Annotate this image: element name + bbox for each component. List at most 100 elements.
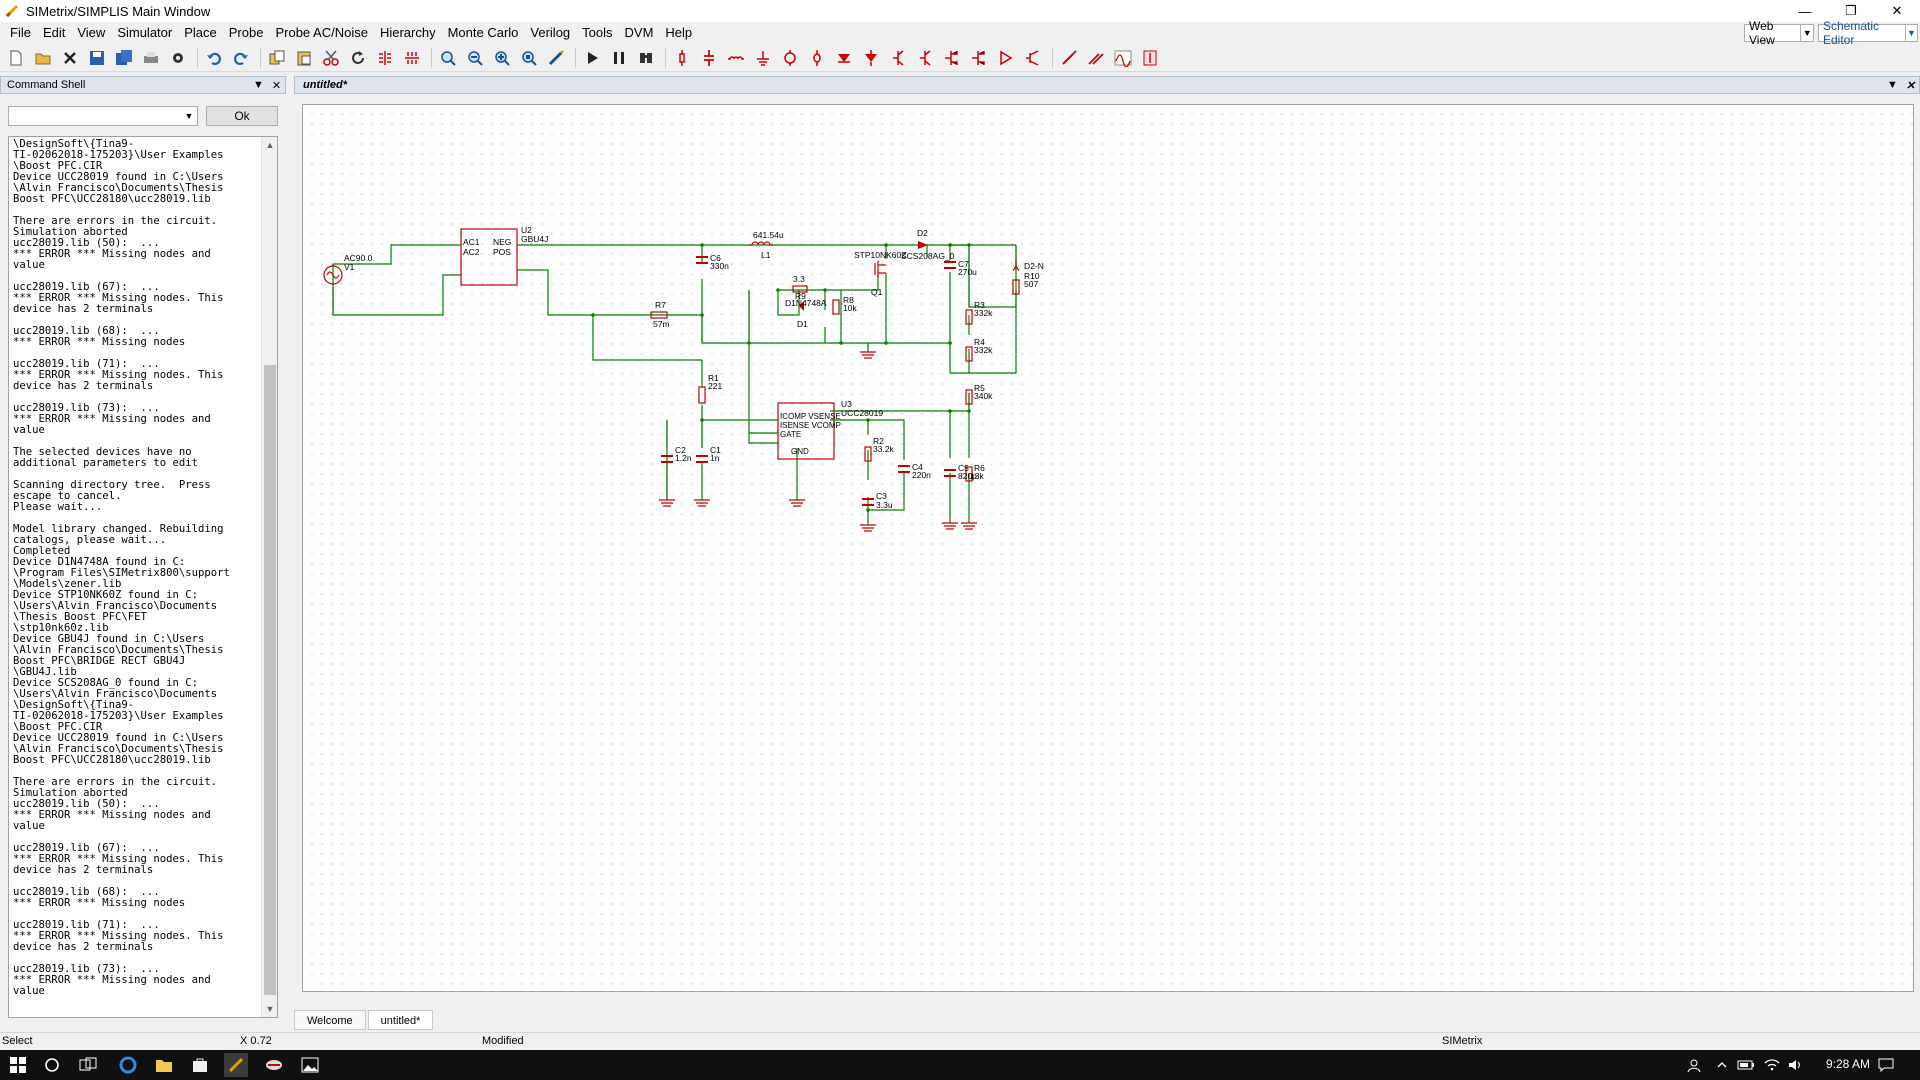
window-title: SIMetrix/SIMPLIS Main Window xyxy=(26,3,211,19)
store-icon[interactable] xyxy=(188,1053,212,1077)
menu-tools[interactable]: Tools xyxy=(576,22,618,44)
save-all-icon[interactable] xyxy=(112,46,136,70)
close-icon[interactable]: ✕ xyxy=(269,78,284,92)
pause-icon[interactable] xyxy=(607,46,631,70)
wifi-icon[interactable] xyxy=(1760,1053,1784,1077)
diode-icon[interactable] xyxy=(805,46,829,70)
simetrix-taskbar-icon[interactable] xyxy=(224,1053,248,1077)
menu-edit[interactable]: Edit xyxy=(37,22,71,44)
chevron-down-icon[interactable]: ▼ xyxy=(181,107,197,125)
edge-browser-icon[interactable] xyxy=(116,1053,140,1077)
meter-icon[interactable] xyxy=(1138,46,1162,70)
menu-monte-carlo[interactable]: Monte Carlo xyxy=(442,22,525,44)
options-icon[interactable] xyxy=(166,46,190,70)
pmos-icon[interactable] xyxy=(913,46,937,70)
schematic-canvas[interactable]: AC90 0 V1 AC1 AC2 NEG POS U2 GBU4J 641.5… xyxy=(302,104,1914,992)
scroll-thumb[interactable] xyxy=(264,365,276,995)
search-icon[interactable] xyxy=(40,1053,64,1077)
copy-icon[interactable] xyxy=(265,46,289,70)
menu-probe-ac-noise[interactable]: Probe AC/Noise xyxy=(269,22,374,44)
njfet-icon[interactable] xyxy=(940,46,964,70)
print-icon[interactable] xyxy=(139,46,163,70)
zoom-out-icon[interactable] xyxy=(463,46,487,70)
task-view-icon[interactable] xyxy=(76,1053,100,1077)
menu-hierarchy[interactable]: Hierarchy xyxy=(374,22,442,44)
tab-welcome[interactable]: Welcome xyxy=(294,1010,366,1030)
document-tabs: Welcome untitled* xyxy=(294,1010,435,1032)
menu-simulator[interactable]: Simulator xyxy=(111,22,178,44)
editor-dropdown[interactable]: Schematic Editor ▼ xyxy=(1818,19,1918,47)
volume-icon[interactable] xyxy=(1784,1053,1808,1077)
redo-icon[interactable] xyxy=(229,46,253,70)
resistor-icon[interactable] xyxy=(670,46,694,70)
file-explorer-icon[interactable] xyxy=(152,1053,176,1077)
schematic-header: untitled* ▼ ✕ xyxy=(294,76,1920,94)
probe-icon[interactable] xyxy=(1057,46,1081,70)
menu-place[interactable]: Place xyxy=(178,22,223,44)
probe-diff-icon[interactable] xyxy=(1084,46,1108,70)
new-icon[interactable] xyxy=(4,46,28,70)
zoom-in-icon[interactable] xyxy=(490,46,514,70)
status-coordinates: X 0.72 xyxy=(240,1035,272,1047)
flip-icon[interactable] xyxy=(400,46,424,70)
scroll-up-icon[interactable]: ▲ xyxy=(262,137,277,153)
ground-symbols xyxy=(659,351,977,532)
inductor-icon[interactable] xyxy=(724,46,748,70)
undo-icon[interactable] xyxy=(202,46,226,70)
menu-probe[interactable]: Probe xyxy=(223,22,270,44)
battery-icon[interactable] xyxy=(1734,1053,1758,1077)
windows-start-icon[interactable] xyxy=(6,1053,30,1077)
app-taskbar-icon[interactable] xyxy=(262,1053,286,1077)
menu-dvm[interactable]: DVM xyxy=(619,22,660,44)
log-scrollbar[interactable]: ▲ ▼ xyxy=(261,137,277,1017)
ground-icon[interactable] xyxy=(751,46,775,70)
panel-menu-icon[interactable]: ▼ xyxy=(1885,78,1900,92)
open-icon[interactable] xyxy=(31,46,55,70)
taskbar-clock[interactable]: 9:28 AM xyxy=(1826,1057,1870,1071)
q1-ref: Q1 xyxy=(871,287,883,297)
chevron-up-icon[interactable] xyxy=(1710,1053,1734,1077)
rotate-icon[interactable] xyxy=(346,46,370,70)
run-icon[interactable] xyxy=(580,46,604,70)
chevron-down-icon: ▼ xyxy=(1800,25,1813,41)
source-icon[interactable] xyxy=(778,46,802,70)
close-icon[interactable] xyxy=(58,46,82,70)
capacitor-icon[interactable] xyxy=(697,46,721,70)
save-icon[interactable] xyxy=(85,46,109,70)
web-view-dropdown[interactable]: Web View ▼ xyxy=(1744,19,1814,47)
photos-icon[interactable] xyxy=(298,1053,322,1077)
toolbar-separator xyxy=(1052,47,1053,68)
menu-verilog[interactable]: Verilog xyxy=(524,22,576,44)
d2n-label: D2-N xyxy=(1024,261,1044,271)
zoom-fit-icon[interactable] xyxy=(517,46,541,70)
people-icon[interactable] xyxy=(1682,1053,1706,1077)
switch-icon[interactable] xyxy=(1021,46,1045,70)
waveform-icon[interactable] xyxy=(1111,46,1135,70)
status-modified: Modified xyxy=(482,1035,524,1047)
menu-help[interactable]: Help xyxy=(659,22,698,44)
zoom-box-icon[interactable] xyxy=(436,46,460,70)
find-icon[interactable] xyxy=(634,46,658,70)
panel-menu-icon[interactable]: ▼ xyxy=(251,78,266,92)
schematic-title: untitled* xyxy=(303,79,347,91)
npn-icon[interactable] xyxy=(832,46,856,70)
status-bar: Select X 0.72 Modified SIMetrix xyxy=(0,1032,1920,1050)
draw-wire-icon[interactable] xyxy=(544,46,568,70)
pnp-icon[interactable] xyxy=(859,46,883,70)
close-icon[interactable]: ✕ xyxy=(1903,78,1918,92)
mirror-icon[interactable] xyxy=(373,46,397,70)
paste-icon[interactable] xyxy=(292,46,316,70)
menu-file[interactable]: File xyxy=(4,22,37,44)
command-input[interactable]: ▼ xyxy=(8,106,198,126)
tab-untitled[interactable]: untitled* xyxy=(367,1010,434,1030)
action-center-icon[interactable] xyxy=(1874,1053,1898,1077)
command-log[interactable]: \DesignSoft\{Tina9- TI-02062018-175203}\… xyxy=(8,136,278,1018)
scroll-down-icon[interactable]: ▼ xyxy=(262,1001,277,1017)
nmos-icon[interactable] xyxy=(886,46,910,70)
menu-view[interactable]: View xyxy=(71,22,111,44)
pjfet-icon[interactable] xyxy=(967,46,991,70)
ok-button[interactable]: Ok xyxy=(206,106,278,126)
cut-icon[interactable] xyxy=(319,46,343,70)
opamp-icon[interactable] xyxy=(994,46,1018,70)
toolbar-separator xyxy=(431,47,432,68)
